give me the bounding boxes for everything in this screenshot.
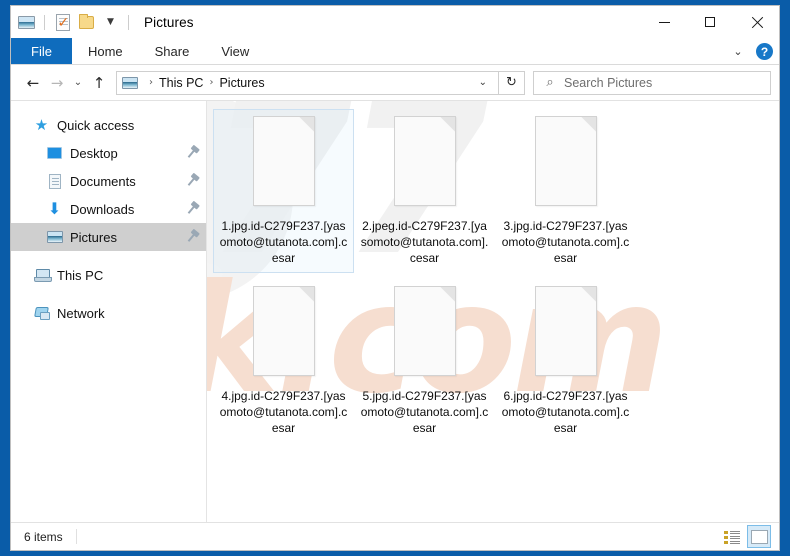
breadcrumb-pictures[interactable]: Pictures <box>219 76 264 90</box>
file-label: 4.jpg.id-C279F237.[yasomoto@tutanota.com… <box>219 389 348 435</box>
file-item[interactable]: 1.jpg.id-C279F237.[yasomoto@tutanota.com… <box>213 109 354 273</box>
file-item[interactable]: 2.jpeg.id-C279F237.[yasomoto@tutanota.co… <box>354 109 495 273</box>
file-grid: 1.jpg.id-C279F237.[yasomoto@tutanota.com… <box>211 109 775 449</box>
sidebar-label-this-pc: This PC <box>57 267 104 283</box>
search-icon: ⌕ <box>546 75 554 90</box>
file-label: 2.jpeg.id-C279F237.[yasomoto@tutanota.co… <box>360 219 489 265</box>
generic-file-icon <box>529 284 603 380</box>
sidebar-item-documents[interactable]: Documents <box>11 167 206 195</box>
generic-file-icon <box>247 284 321 380</box>
new-folder-icon[interactable] <box>77 13 96 32</box>
tab-home[interactable]: Home <box>72 38 139 64</box>
downloads-icon: ⬇ <box>47 199 62 218</box>
breadcrumb-dropdown-icon[interactable]: ⌄ <box>472 77 494 88</box>
network-icon <box>33 305 50 321</box>
file-list-pane[interactable]: 1.jpg.id-C279F237.[yasomoto@tutanota.com… <box>207 101 779 522</box>
refresh-button[interactable]: ↻ <box>499 70 525 95</box>
help-button[interactable]: ? <box>756 43 773 60</box>
this-pc-icon <box>33 267 52 283</box>
sidebar-item-this-pc[interactable]: This PC <box>11 261 206 289</box>
toolbar-divider <box>44 14 45 30</box>
sidebar-item-pictures[interactable]: Pictures <box>11 223 206 251</box>
pin-icon-pictures[interactable] <box>187 232 197 242</box>
picture-icon[interactable] <box>17 13 36 32</box>
sidebar-label-desktop: Desktop <box>70 145 118 161</box>
address-bar: ← → ⌄ ↑ › This PC › Pictures ⌄ ↻ ⌕ Searc… <box>11 65 779 100</box>
chevron-down-icon[interactable]: ⌄ <box>729 45 747 58</box>
file-item[interactable]: 4.jpg.id-C279F237.[yasomoto@tutanota.com… <box>213 279 354 443</box>
ribbon-tabs: File Home Share View ⌄ ? <box>11 38 779 65</box>
item-count-label: 6 items <box>24 529 63 544</box>
details-view-icon <box>724 530 740 543</box>
sidebar-label-documents: Documents <box>70 173 136 189</box>
search-box[interactable]: ⌕ Search Pictures <box>533 70 771 95</box>
status-divider <box>75 529 77 544</box>
explorer-body: 77 risk.com ★ Quick access Desktop Docum… <box>11 100 779 522</box>
window-controls <box>641 6 779 38</box>
status-bar: 6 items <box>11 522 779 550</box>
customize-caret-icon[interactable]: ▼ <box>101 13 120 32</box>
sidebar-label-pictures: Pictures <box>70 229 117 245</box>
generic-file-icon <box>247 114 321 210</box>
close-icon <box>750 16 763 29</box>
sidebar-item-desktop[interactable]: Desktop <box>11 139 206 167</box>
pictures-icon <box>46 229 63 245</box>
desktop-icon <box>46 145 63 161</box>
forward-button[interactable]: → <box>45 71 69 95</box>
sidebar-gap-2 <box>11 289 206 299</box>
maximize-icon <box>705 17 715 27</box>
sidebar-label-quick-access: Quick access <box>57 117 135 133</box>
quick-access-toolbar: ▼ Pictures <box>11 6 194 38</box>
pin-icon-documents[interactable] <box>187 176 197 186</box>
search-input[interactable]: Search Pictures <box>564 76 652 90</box>
file-label: 6.jpg.id-C279F237.[yasomoto@tutanota.com… <box>501 389 630 435</box>
back-button[interactable]: ← <box>21 71 45 95</box>
view-toggle-group <box>720 525 771 548</box>
sidebar-label-downloads: Downloads <box>70 201 135 217</box>
file-item[interactable]: 3.jpg.id-C279F237.[yasomoto@tutanota.com… <box>495 109 636 273</box>
large-icons-view-icon <box>750 529 768 544</box>
file-label: 1.jpg.id-C279F237.[yasomoto@tutanota.com… <box>219 219 348 265</box>
file-item[interactable]: 6.jpg.id-C279F237.[yasomoto@tutanota.com… <box>495 279 636 443</box>
minimize-button[interactable] <box>641 6 687 38</box>
breadcrumb-separator-0: › <box>149 77 153 88</box>
window-title: Pictures <box>144 14 194 30</box>
tab-file[interactable]: File <box>11 38 72 64</box>
pin-icon-downloads[interactable] <box>187 204 197 214</box>
generic-file-icon <box>529 114 603 210</box>
sidebar-item-downloads[interactable]: ⬇ Downloads <box>11 195 206 223</box>
minimize-icon <box>658 21 670 23</box>
breadcrumb[interactable]: › This PC › Pictures ⌄ <box>116 70 499 95</box>
star-icon: ★ <box>34 115 49 134</box>
pin-icon-desktop[interactable] <box>187 148 197 158</box>
details-view-button[interactable] <box>720 525 744 548</box>
title-bar: ▼ Pictures <box>11 6 779 38</box>
file-label: 3.jpg.id-C279F237.[yasomoto@tutanota.com… <box>501 219 630 265</box>
sidebar-gap-1 <box>11 251 206 261</box>
sidebar-item-quick-access[interactable]: ★ Quick access <box>11 111 206 139</box>
tab-share[interactable]: Share <box>139 38 206 64</box>
file-explorer-window: ▼ Pictures File Home Share View ⌄ ? ← → … <box>10 5 780 551</box>
toolbar-divider-2 <box>128 14 129 30</box>
documents-icon <box>46 173 63 189</box>
pictures-folder-icon <box>122 76 138 89</box>
close-button[interactable] <box>733 6 779 38</box>
file-label: 5.jpg.id-C279F237.[yasomoto@tutanota.com… <box>360 389 489 435</box>
ribbon-actions: ⌄ ? <box>729 38 773 65</box>
breadcrumb-separator-1: › <box>209 77 214 88</box>
up-button[interactable]: ↑ <box>87 71 111 95</box>
file-item[interactable]: 5.jpg.id-C279F237.[yasomoto@tutanota.com… <box>354 279 495 443</box>
generic-file-icon <box>388 284 462 380</box>
breadcrumb-this-pc[interactable]: This PC <box>159 76 203 90</box>
generic-file-icon <box>388 114 462 210</box>
sidebar-label-network: Network <box>57 305 105 321</box>
large-icons-view-button[interactable] <box>747 525 771 548</box>
sidebar-item-network[interactable]: Network <box>11 299 206 327</box>
properties-icon[interactable] <box>53 13 72 32</box>
maximize-button[interactable] <box>687 6 733 38</box>
recent-locations-icon[interactable]: ⌄ <box>69 71 87 95</box>
tab-view[interactable]: View <box>205 38 265 64</box>
navigation-pane: ★ Quick access Desktop Documents ⬇ Downl… <box>11 101 207 522</box>
